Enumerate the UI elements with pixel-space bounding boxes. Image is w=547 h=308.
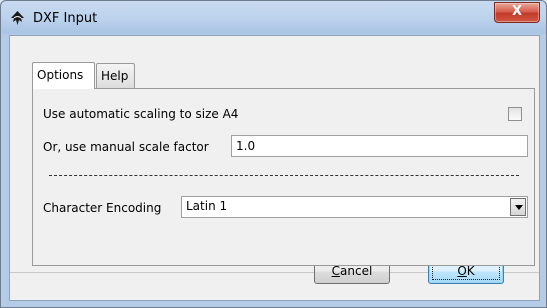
- manual-scale-input[interactable]: [231, 135, 528, 157]
- ok-label: K: [466, 264, 475, 278]
- cancel-mnemonic: C: [331, 264, 341, 278]
- window-title: DXF Input: [33, 11, 98, 26]
- tab-help-label: Help: [101, 69, 129, 83]
- manual-scale-label: Or, use manual scale factor: [43, 140, 209, 154]
- inkscape-icon: [11, 11, 24, 25]
- auto-scaling-checkbox[interactable]: [508, 107, 522, 121]
- tab-options[interactable]: Options: [32, 62, 95, 89]
- options-panel: Use automatic scaling to size A4 Or, use…: [32, 88, 535, 266]
- dialog-window: DXF Input X Options Help Use automatic s…: [0, 0, 547, 308]
- options-panel-content: Use automatic scaling to size A4 Or, use…: [33, 89, 534, 265]
- cancel-label: ancel: [340, 264, 373, 278]
- title-bar[interactable]: DXF Input X: [1, 1, 546, 35]
- tab-help[interactable]: Help: [96, 63, 135, 88]
- tab-options-label: Options: [37, 68, 84, 82]
- separator-line: [49, 175, 519, 176]
- dialog-body: Options Help Use automatic scaling to si…: [9, 35, 540, 301]
- ok-mnemonic: O: [457, 264, 467, 278]
- encoding-select[interactable]: Latin 1: [181, 196, 528, 218]
- close-icon: X: [511, 4, 523, 19]
- auto-scaling-label: Use automatic scaling to size A4: [43, 107, 239, 121]
- close-button[interactable]: X: [494, 2, 540, 23]
- encoding-value: Latin 1: [186, 199, 228, 213]
- encoding-label: Character Encoding: [43, 201, 162, 215]
- chevron-down-icon[interactable]: [510, 198, 526, 216]
